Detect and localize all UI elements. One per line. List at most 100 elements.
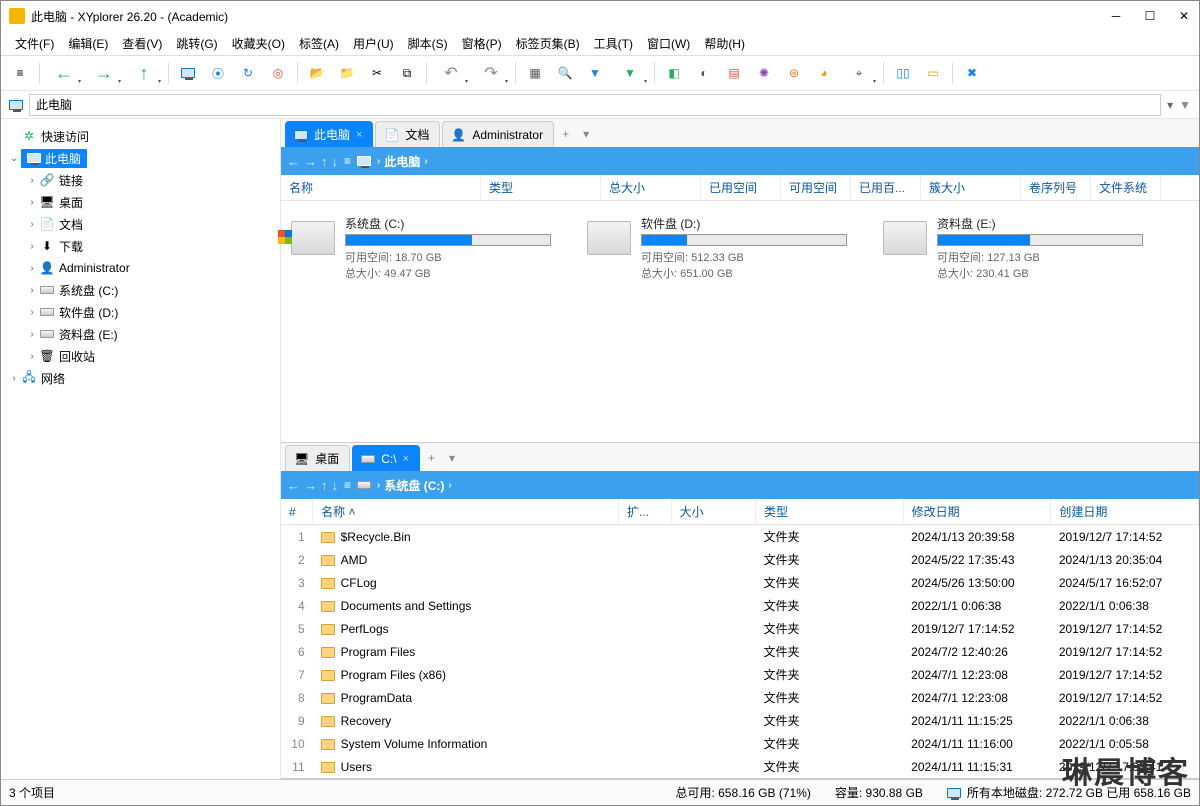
column-header[interactable]: 名称: [281, 175, 481, 200]
crumb-down-icon[interactable]: ↓: [332, 154, 339, 169]
new-tab-button[interactable]: +: [556, 121, 575, 147]
forward-button[interactable]: →▾: [86, 60, 122, 86]
table-row[interactable]: 4Documents and Settings文件夹2022/1/1 0:06:…: [281, 594, 1199, 617]
tab[interactable]: 📄文档: [375, 121, 440, 147]
redo-button[interactable]: ↷▾: [473, 60, 509, 86]
tab[interactable]: C:\×: [352, 445, 420, 471]
column-header[interactable]: 创建日期: [1051, 499, 1199, 525]
tab[interactable]: 🖥桌面: [285, 445, 350, 471]
menu-item[interactable]: 窗格(P): [456, 33, 508, 54]
close-icon[interactable]: ×: [403, 453, 409, 465]
color-wheel-icon[interactable]: ✺: [751, 60, 777, 86]
menu-item[interactable]: 帮助(H): [698, 33, 751, 54]
crumb-fwd-icon[interactable]: →: [304, 154, 317, 169]
refresh-icon[interactable]: ↻: [235, 60, 261, 86]
target-icon[interactable]: ◎: [265, 60, 291, 86]
column-header[interactable]: 已用百...: [851, 175, 921, 200]
crumb-fwd-icon[interactable]: →: [304, 478, 317, 493]
filter-icon[interactable]: ▼: [582, 60, 608, 86]
split-v-icon[interactable]: ▭: [920, 60, 946, 86]
menu-item[interactable]: 窗口(W): [641, 33, 696, 54]
table-row[interactable]: 3CFLog文件夹2024/5/26 13:50:002024/5/17 16:…: [281, 571, 1199, 594]
palette-icon[interactable]: ◕: [811, 60, 837, 86]
list-icon[interactable]: ≡: [344, 478, 351, 492]
cut-icon[interactable]: ✂: [364, 60, 390, 86]
menu-item[interactable]: 文件(F): [9, 33, 60, 54]
tab[interactable]: 👤Administrator: [442, 121, 554, 147]
open-folder-icon[interactable]: 📂: [304, 60, 330, 86]
tree-quick-access[interactable]: ✲快速访问: [1, 125, 280, 147]
top-breadcrumb[interactable]: ←→↑↓ ≡ ›此电脑›: [281, 147, 1199, 175]
crumb-up-icon[interactable]: ↑: [321, 154, 328, 169]
filter-funnel-icon[interactable]: ▼: [1179, 98, 1191, 112]
file-list[interactable]: #名称 ˄扩...大小类型修改日期创建日期1$Recycle.Bin文件夹202…: [281, 499, 1199, 778]
minimize-button[interactable]: ─: [1109, 9, 1123, 23]
menu-item[interactable]: 标签页集(B): [510, 33, 586, 54]
tree-item[interactable]: ›🔗链接: [1, 169, 280, 191]
crumb-up-icon[interactable]: ↑: [321, 478, 328, 493]
menu-item[interactable]: 编辑(E): [62, 33, 114, 54]
undo-button[interactable]: ↶▾: [433, 60, 469, 86]
column-header[interactable]: 总大小: [601, 175, 701, 200]
tree-network[interactable]: ›🖧网络: [1, 367, 280, 389]
tree-this-pc[interactable]: ⌄此电脑: [1, 147, 280, 169]
column-header[interactable]: 修改日期: [903, 499, 1051, 525]
top-column-header[interactable]: 名称类型总大小已用空间可用空间已用百...簇大小卷序列号文件系统: [281, 175, 1199, 201]
ball-icon[interactable]: ⊛: [781, 60, 807, 86]
folder-tree[interactable]: ✲快速访问 ⌄此电脑 ›🔗链接›🖥桌面›📄文档›⬇下载›👤Administrat…: [1, 119, 281, 779]
tab[interactable]: 此电脑×: [285, 121, 373, 147]
column-header[interactable]: 类型: [481, 175, 601, 200]
tag-green-icon[interactable]: ◧: [661, 60, 687, 86]
column-header[interactable]: 卷序列号: [1021, 175, 1091, 200]
tree-item[interactable]: ›软件盘 (D:): [1, 301, 280, 323]
location-icon[interactable]: ⦿: [205, 60, 231, 86]
tab-menu-icon[interactable]: ▾: [577, 121, 595, 147]
table-row[interactable]: 9Recovery文件夹2024/1/11 11:15:252022/1/1 0…: [281, 709, 1199, 732]
address-dropdown-icon[interactable]: ▾: [1167, 98, 1173, 112]
list-icon[interactable]: ≡: [344, 154, 351, 168]
column-header[interactable]: 可用空间: [781, 175, 851, 200]
column-header[interactable]: 簇大小: [921, 175, 1021, 200]
filter-plus-icon[interactable]: ▼▾: [612, 60, 648, 86]
close-button[interactable]: ✕: [1177, 9, 1191, 23]
tree-item[interactable]: ›系统盘 (C:): [1, 279, 280, 301]
tools-icon[interactable]: ✖: [959, 60, 985, 86]
menu-item[interactable]: 查看(V): [116, 33, 168, 54]
back-button[interactable]: ←▾: [46, 60, 82, 86]
calendar-icon[interactable]: ▤: [721, 60, 747, 86]
drive-item[interactable]: 资料盘 (E:)可用空间: 127.13 GB总大小: 230.41 GB: [883, 215, 1143, 281]
table-row[interactable]: 11Users文件夹2024/1/11 11:15:312019/12/7 17…: [281, 755, 1199, 778]
address-input[interactable]: 此电脑: [29, 94, 1161, 116]
column-header[interactable]: 名称 ˄: [313, 499, 619, 525]
brush-icon[interactable]: ⌖▾: [841, 60, 877, 86]
tree-item[interactable]: ›⬇下载: [1, 235, 280, 257]
column-header[interactable]: #: [281, 499, 313, 525]
column-header[interactable]: 类型: [756, 499, 904, 525]
new-folder-icon[interactable]: 📁: [334, 60, 360, 86]
tree-item[interactable]: ›📄文档: [1, 213, 280, 235]
menu-item[interactable]: 工具(T): [588, 33, 639, 54]
menu-item[interactable]: 用户(U): [347, 33, 400, 54]
table-row[interactable]: 2AMD文件夹2024/5/22 17:35:432024/1/13 20:35…: [281, 548, 1199, 571]
column-header[interactable]: 大小: [671, 499, 755, 525]
menu-item[interactable]: 收藏夹(O): [226, 33, 291, 54]
menu-item[interactable]: 标签(A): [293, 33, 345, 54]
tree-item[interactable]: ›🗑回收站: [1, 345, 280, 367]
bottom-breadcrumb[interactable]: ←→↑↓ ≡ ›系统盘 (C:)›: [281, 471, 1199, 499]
crumb-down-icon[interactable]: ↓: [332, 478, 339, 493]
up-button[interactable]: ↑▾: [126, 60, 162, 86]
drive-item[interactable]: 软件盘 (D:)可用空间: 512.33 GB总大小: 651.00 GB: [587, 215, 847, 281]
column-header[interactable]: 扩...: [618, 499, 671, 525]
table-row[interactable]: 5PerfLogs文件夹2019/12/7 17:14:522019/12/7 …: [281, 617, 1199, 640]
column-header[interactable]: 文件系统: [1091, 175, 1161, 200]
menu-item[interactable]: 跳转(G): [170, 33, 223, 54]
table-row[interactable]: 6Program Files文件夹2024/7/2 12:40:262019/1…: [281, 640, 1199, 663]
drive-list[interactable]: 系统盘 (C:)可用空间: 18.70 GB总大小: 49.47 GB软件盘 (…: [281, 201, 1199, 442]
tree-item[interactable]: ›🖥桌面: [1, 191, 280, 213]
moon-icon[interactable]: ◐: [691, 60, 717, 86]
split-h-icon[interactable]: ▯▯: [890, 60, 916, 86]
maximize-button[interactable]: ☐: [1143, 9, 1157, 23]
table-row[interactable]: 7Program Files (x86)文件夹2024/7/1 12:23:08…: [281, 663, 1199, 686]
table-row[interactable]: 8ProgramData文件夹2024/7/1 12:23:082019/12/…: [281, 686, 1199, 709]
crumb-back-icon[interactable]: ←: [287, 478, 300, 493]
